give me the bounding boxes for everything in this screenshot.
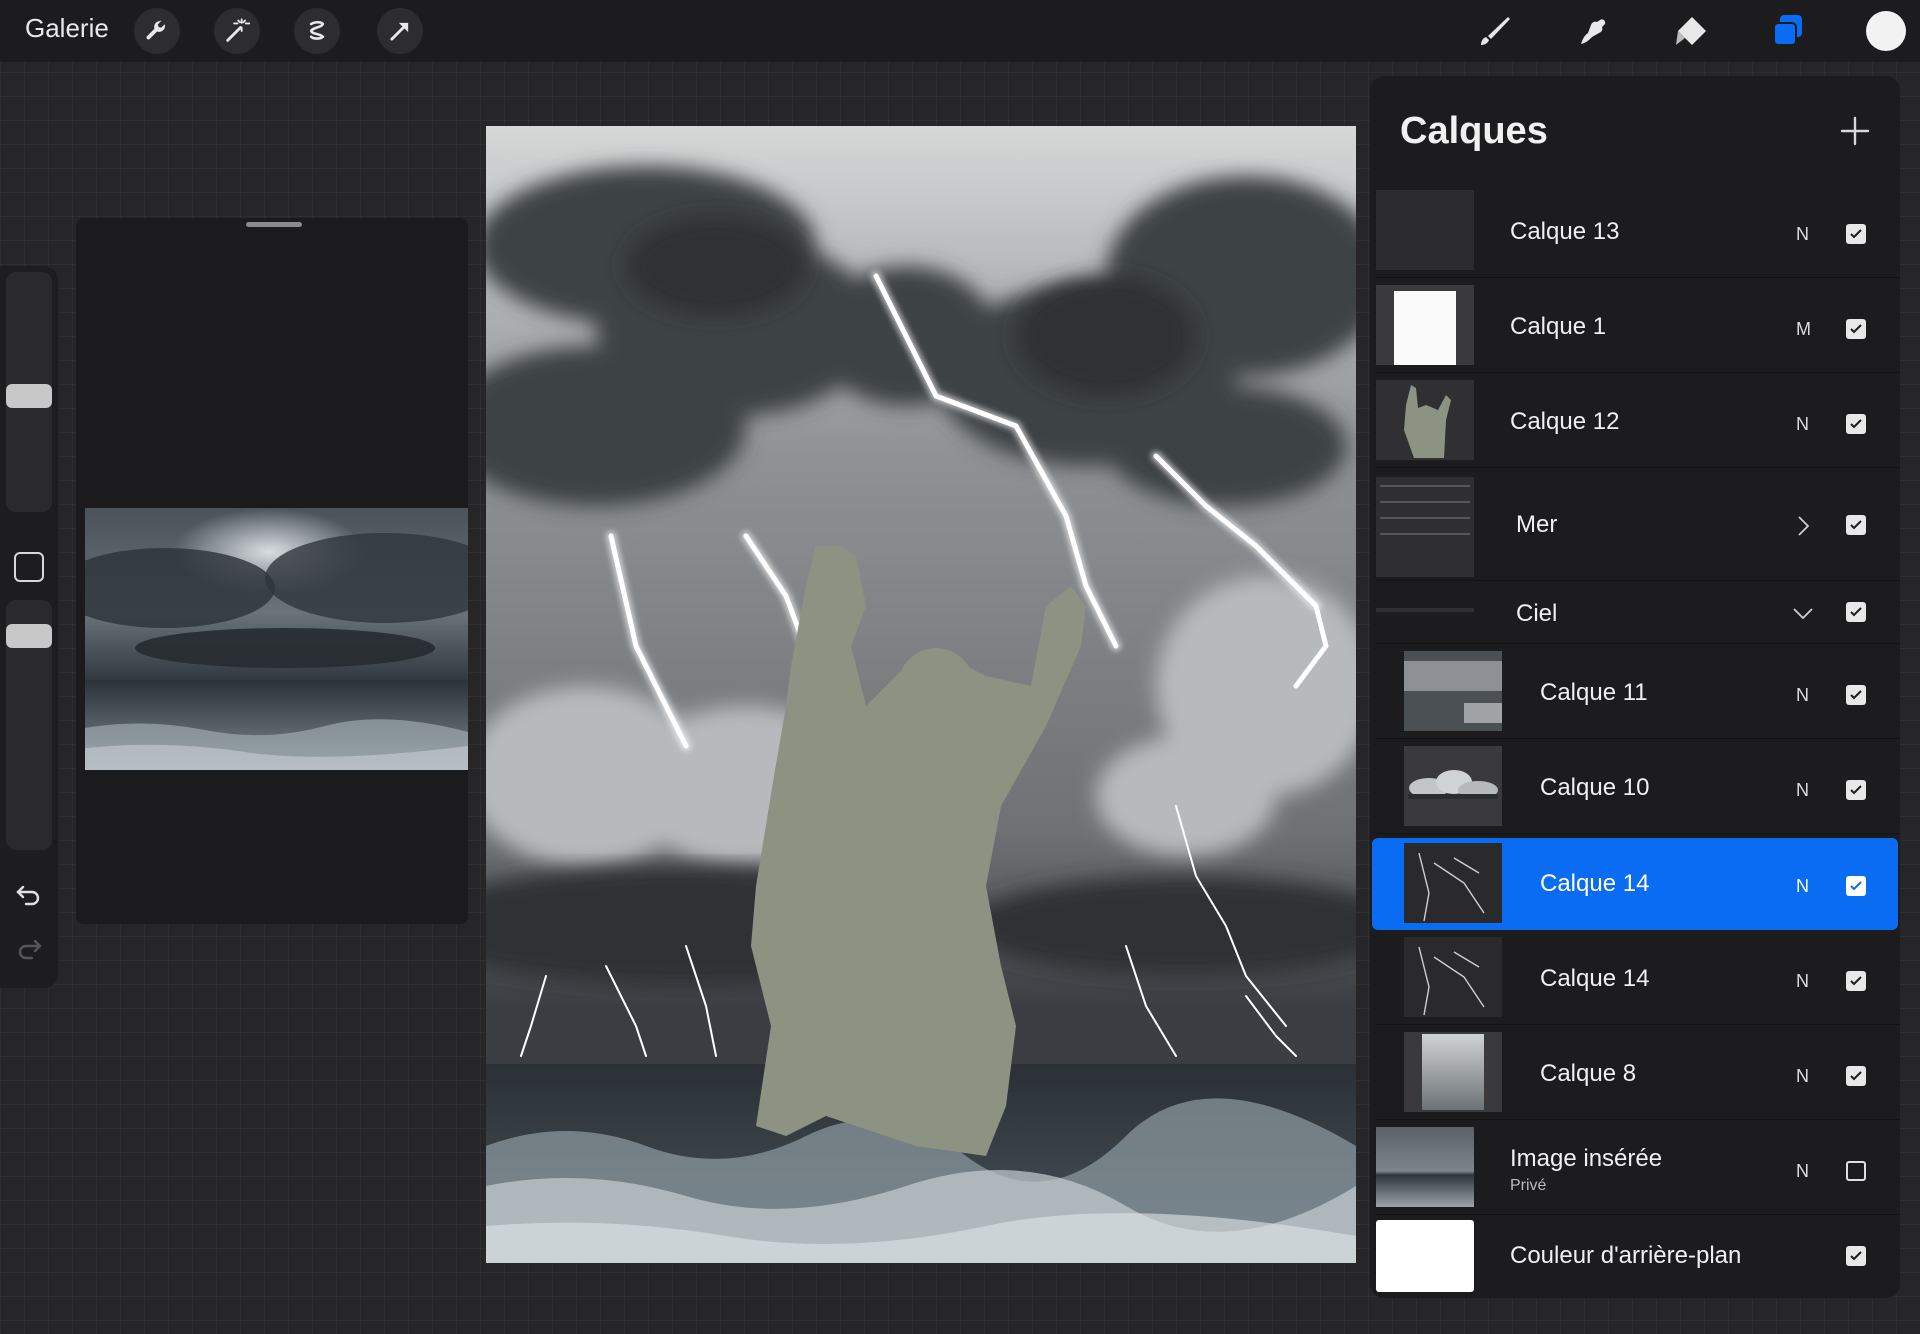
layers-panel: Calques Calque 13 N Calque 1 M Calque 12…	[1370, 76, 1900, 1298]
opacity-thumb[interactable]	[6, 624, 52, 648]
layers-icon[interactable]	[1765, 8, 1811, 54]
brush-size-thumb[interactable]	[6, 384, 52, 408]
layer-row[interactable]: Calque 10 N	[1376, 740, 1900, 834]
chevron-down-icon[interactable]	[1790, 600, 1816, 626]
layer-thumbnail	[1376, 380, 1474, 460]
gallery-button[interactable]: Galerie	[25, 13, 109, 44]
brush-icon[interactable]	[1472, 8, 1518, 54]
blend-mode-button[interactable]: N	[1796, 1161, 1809, 1182]
drawing-canvas[interactable]	[486, 126, 1356, 1263]
layer-visibility-checkbox[interactable]	[1846, 602, 1866, 622]
layer-thumbnail	[1376, 190, 1474, 270]
group-name: Mer	[1516, 511, 1558, 538]
smudge-icon[interactable]	[1570, 8, 1616, 54]
selection-icon[interactable]	[294, 8, 340, 54]
layer-visibility-checkbox[interactable]	[1846, 319, 1866, 339]
transform-arrow-icon[interactable]	[377, 8, 423, 54]
layer-row[interactable]: Image insérée Privé N	[1376, 1121, 1900, 1215]
layer-visibility-checkbox[interactable]	[1846, 780, 1866, 800]
layer-name: Couleur d'arrière-plan	[1510, 1242, 1742, 1269]
layer-thumbnail	[1376, 1127, 1474, 1207]
layer-thumbnail	[1404, 746, 1502, 826]
color-picker-swatch[interactable]	[1866, 11, 1906, 51]
layer-visibility-checkbox[interactable]	[1846, 685, 1866, 705]
layer-group-row[interactable]: Ciel	[1376, 582, 1900, 644]
undo-icon[interactable]	[13, 878, 45, 910]
layer-name: Calque 14	[1540, 965, 1650, 992]
layer-visibility-checkbox[interactable]	[1846, 224, 1866, 244]
layer-visibility-checkbox[interactable]	[1846, 1066, 1866, 1086]
eraser-icon[interactable]	[1667, 8, 1713, 54]
layer-private-label: Privé	[1510, 1177, 1547, 1194]
layer-row[interactable]: Calque 8 N	[1376, 1026, 1900, 1120]
layer-name: Image insérée	[1510, 1145, 1663, 1172]
background-color-swatch[interactable]	[1376, 1220, 1474, 1292]
layer-row[interactable]: Calque 13 N	[1376, 184, 1900, 278]
blend-mode-button[interactable]: M	[1796, 319, 1811, 340]
layer-row[interactable]: Calque 1 M	[1376, 279, 1900, 373]
left-sidebar	[0, 266, 58, 988]
layer-thumbnail	[1404, 937, 1502, 1017]
blend-mode-button[interactable]: N	[1796, 685, 1809, 706]
layer-name: Calque 10	[1540, 774, 1650, 801]
modify-button[interactable]	[14, 552, 44, 582]
layer-row-selected[interactable]: Calque 14 N	[1372, 838, 1898, 930]
blend-mode-button[interactable]: N	[1796, 224, 1809, 245]
blend-mode-button[interactable]: N	[1796, 414, 1809, 435]
layers-panel-title: Calques	[1400, 110, 1548, 152]
group-thumbnail	[1376, 477, 1474, 577]
layer-visibility-checkbox[interactable]	[1846, 876, 1866, 896]
layer-name: Calque 14	[1540, 870, 1650, 897]
layer-row[interactable]: Calque 11 N	[1376, 645, 1900, 739]
layer-name: Calque 12	[1510, 408, 1620, 435]
layer-visibility-checkbox[interactable]	[1846, 515, 1866, 535]
layer-thumbnail	[1404, 1032, 1502, 1112]
layer-thumbnail	[1376, 285, 1474, 365]
layer-group-row[interactable]: Mer	[1376, 469, 1900, 581]
group-name: Ciel	[1516, 600, 1558, 627]
layer-name: Calque 8	[1540, 1060, 1637, 1087]
magic-wand-icon[interactable]	[214, 8, 260, 54]
wrench-icon[interactable]	[134, 8, 180, 54]
reference-panel[interactable]	[76, 218, 468, 924]
layer-row[interactable]: Calque 12 N	[1376, 374, 1900, 468]
blend-mode-button[interactable]: N	[1796, 1066, 1809, 1087]
layer-row[interactable]: Calque 14 N	[1376, 931, 1900, 1025]
blend-mode-button[interactable]: N	[1796, 780, 1809, 801]
redo-icon[interactable]	[13, 932, 45, 964]
reference-image	[85, 508, 468, 770]
layer-visibility-checkbox[interactable]	[1846, 1246, 1866, 1266]
layer-visibility-checkbox[interactable]	[1846, 971, 1866, 991]
layer-thumbnail	[1404, 843, 1502, 923]
chevron-right-icon[interactable]	[1790, 513, 1816, 539]
layer-visibility-checkbox[interactable]	[1846, 414, 1866, 434]
layer-thumbnail	[1404, 651, 1502, 731]
blend-mode-button[interactable]: N	[1796, 971, 1809, 992]
layer-name: Calque 1	[1510, 313, 1607, 340]
top-toolbar: Galerie	[0, 0, 1920, 62]
layer-name: Calque 13	[1510, 218, 1620, 245]
background-color-row[interactable]: Couleur d'arrière-plan	[1376, 1216, 1900, 1298]
reference-grab-handle[interactable]	[246, 222, 302, 227]
layer-name: Calque 11	[1540, 679, 1648, 706]
layer-visibility-checkbox[interactable]	[1846, 1161, 1866, 1181]
blend-mode-button[interactable]: N	[1796, 876, 1809, 897]
add-layer-plus-icon[interactable]	[1838, 114, 1872, 148]
group-thumbnail	[1376, 608, 1474, 612]
